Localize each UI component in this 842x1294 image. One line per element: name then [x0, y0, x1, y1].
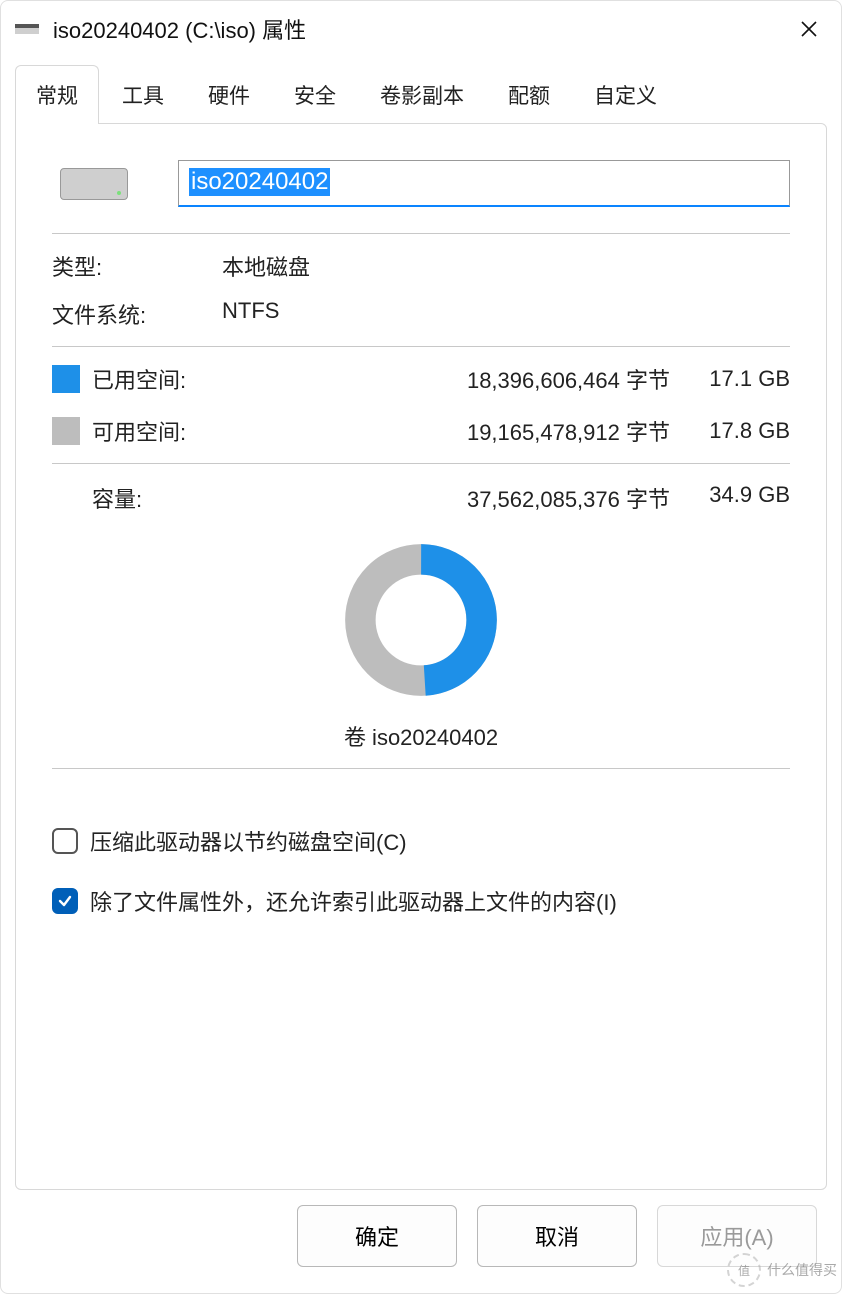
used-bytes: 18,396,606,464 字节: [262, 363, 670, 395]
dialog-footer: 确定 取消 应用(A): [1, 1191, 841, 1293]
tab-shadow[interactable]: 卷影副本: [359, 65, 485, 124]
donut-chart-icon: [341, 540, 501, 700]
tab-tools[interactable]: 工具: [101, 65, 185, 124]
separator: [52, 768, 790, 769]
close-button[interactable]: [791, 11, 827, 47]
compress-label: 压缩此驱动器以节约磁盘空间(C): [90, 825, 407, 857]
compress-option[interactable]: 压缩此驱动器以节约磁盘空间(C): [52, 825, 790, 857]
ok-button[interactable]: 确定: [297, 1205, 457, 1267]
close-icon: [800, 20, 818, 38]
filesystem-value: NTFS: [222, 298, 279, 330]
free-human: 17.8 GB: [670, 418, 790, 444]
drive-name-row: iso20240402: [60, 160, 790, 207]
watermark-text: 什么值得买: [767, 1260, 837, 1280]
filesystem-row: 文件系统: NTFS: [52, 298, 790, 330]
volume-label: 卷 iso20240402: [52, 720, 790, 752]
type-label: 类型:: [52, 250, 222, 282]
capacity-row: 容量: 37,562,085,376 字节 34.9 GB: [52, 482, 790, 514]
properties-window: iso20240402 (C:\iso) 属性 常规 工具 硬件 安全 卷影副本…: [0, 0, 842, 1294]
watermark-icon: 值: [727, 1253, 761, 1287]
watermark: 值 什么值得买: [727, 1253, 837, 1287]
free-swatch-icon: [52, 417, 80, 445]
drive-icon: [60, 168, 128, 200]
tab-general[interactable]: 常规: [15, 65, 99, 124]
check-icon: [57, 893, 73, 909]
drive-icon-small: [15, 24, 39, 34]
index-label: 除了文件属性外，还允许索引此驱动器上文件的内容(I): [90, 885, 617, 917]
compress-checkbox[interactable]: [52, 828, 78, 854]
name-input-wrap: iso20240402: [178, 160, 790, 207]
titlebar: iso20240402 (C:\iso) 属性: [1, 1, 841, 65]
separator: [52, 233, 790, 234]
tab-hardware[interactable]: 硬件: [187, 65, 271, 124]
tab-bar: 常规 工具 硬件 安全 卷影副本 配额 自定义: [1, 65, 841, 124]
window-title: iso20240402 (C:\iso) 属性: [53, 13, 791, 45]
type-value: 本地磁盘: [222, 250, 310, 282]
free-bytes: 19,165,478,912 字节: [262, 415, 670, 447]
volume-name-input[interactable]: [178, 160, 790, 207]
space-grid: 已用空间: 18,396,606,464 字节 17.1 GB 可用空间: 19…: [52, 363, 790, 447]
tab-custom[interactable]: 自定义: [573, 65, 678, 124]
usage-chart: [52, 540, 790, 700]
free-label: 可用空间:: [92, 415, 262, 447]
used-label: 已用空间:: [92, 363, 262, 395]
capacity-bytes: 37,562,085,376 字节: [262, 482, 670, 514]
tab-security[interactable]: 安全: [273, 65, 357, 124]
filesystem-label: 文件系统:: [52, 298, 222, 330]
separator: [52, 463, 790, 464]
tab-quota[interactable]: 配额: [487, 65, 571, 124]
used-swatch-icon: [52, 365, 80, 393]
separator: [52, 346, 790, 347]
cancel-button[interactable]: 取消: [477, 1205, 637, 1267]
tab-panel-general: iso20240402 类型: 本地磁盘 文件系统: NTFS 已用空间: 18…: [15, 123, 827, 1190]
index-option[interactable]: 除了文件属性外，还允许索引此驱动器上文件的内容(I): [52, 885, 790, 917]
capacity-human: 34.9 GB: [670, 482, 790, 514]
type-row: 类型: 本地磁盘: [52, 250, 790, 282]
index-checkbox[interactable]: [52, 888, 78, 914]
capacity-label: 容量:: [92, 482, 262, 514]
options-section: 压缩此驱动器以节约磁盘空间(C) 除了文件属性外，还允许索引此驱动器上文件的内容…: [52, 825, 790, 917]
used-human: 17.1 GB: [670, 366, 790, 392]
